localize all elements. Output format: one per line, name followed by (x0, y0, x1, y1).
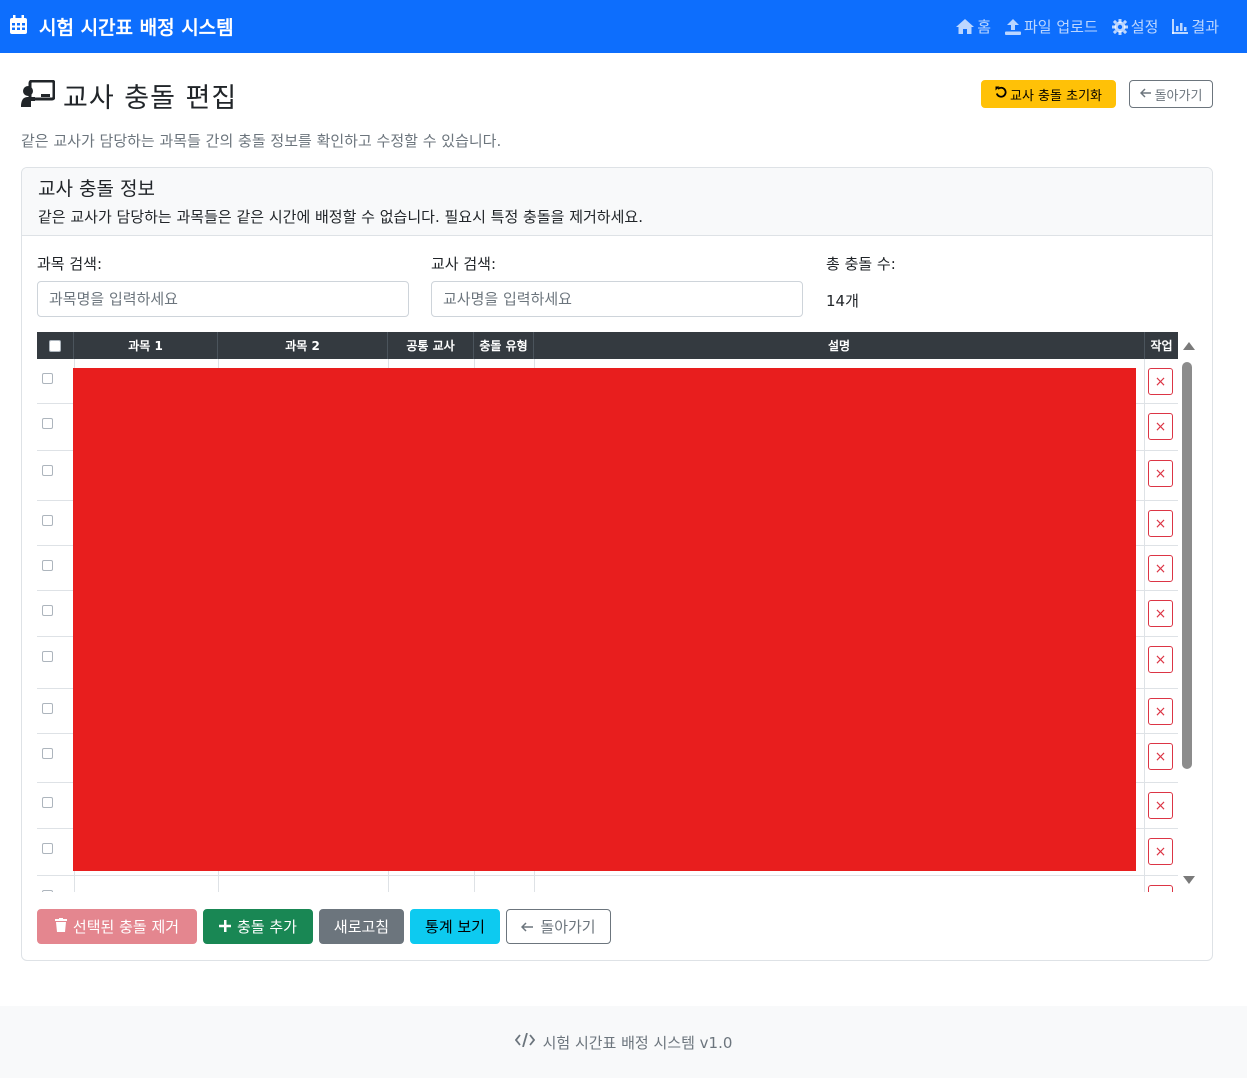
delete-conflict-button[interactable]: × (1148, 646, 1173, 673)
gear-icon (1111, 18, 1128, 35)
card-subtitle: 같은 교사가 담당하는 과목들은 같은 시간에 배정할 수 없습니다. 필요시 … (38, 208, 643, 226)
remove-selected-button[interactable]: 선택된 충돌 제거 (37, 909, 197, 944)
back-button-top-label: 돌아가기 (1154, 88, 1203, 104)
delete-conflict-button[interactable]: × (1148, 885, 1173, 892)
row-checkbox[interactable] (42, 703, 53, 714)
row-checkbox[interactable] (42, 605, 53, 616)
header-teacher[interactable]: 공통 교사 (388, 332, 474, 359)
upload-icon (1005, 18, 1021, 35)
teacher-conflict-card: 교사 충돌 정보 같은 교사가 담당하는 과목들은 같은 시간에 배정할 수 없… (21, 167, 1213, 961)
table-scrollbar[interactable] (1178, 332, 1197, 892)
scrollbar-thumb[interactable] (1182, 362, 1192, 769)
nav-settings-label: 설정 (1130, 18, 1159, 36)
row-checkbox[interactable] (42, 560, 53, 571)
trash-icon (54, 917, 67, 936)
action-buttons: 선택된 충돌 제거 충돌 추가 새로고침 통계 보기 돌아가기 (37, 909, 611, 944)
delete-conflict-button[interactable]: × (1148, 413, 1173, 440)
row-checkbox[interactable] (42, 651, 53, 662)
undo-icon (995, 86, 1007, 102)
delete-conflict-button[interactable]: × (1148, 368, 1173, 395)
nav-links: 홈 파일 업로드 설정 결과 (956, 0, 1219, 53)
arrow-left-icon (1139, 87, 1152, 102)
delete-conflict-button[interactable]: × (1148, 510, 1173, 537)
nav-upload-label: 파일 업로드 (1024, 18, 1098, 36)
back-button-top[interactable]: 돌아가기 (1129, 80, 1213, 108)
select-all-checkbox[interactable] (49, 339, 61, 352)
remove-selected-label: 선택된 충돌 제거 (72, 918, 180, 936)
nav-results[interactable]: 결과 (1172, 16, 1219, 37)
row-checkbox[interactable] (42, 418, 53, 429)
teacher-search-input[interactable] (431, 281, 803, 317)
page-header: 교사 충돌 편집 (21, 76, 237, 115)
row-checkbox[interactable] (42, 373, 53, 384)
page-footer: 시험 시간표 배정 시스템 v1.0 (0, 1006, 1247, 1078)
subject-search-label: 과목 검색: (37, 255, 103, 273)
stats-button[interactable]: 통계 보기 (410, 909, 500, 944)
subject-search-input[interactable] (37, 281, 409, 317)
header-action: 작업 (1150, 339, 1173, 353)
delete-conflict-button[interactable]: × (1148, 838, 1173, 865)
header-subject2[interactable]: 과목 2 (218, 332, 388, 359)
footer-text: 시험 시간표 배정 시스템 v1.0 (542, 1033, 733, 1052)
code-icon (514, 1032, 535, 1051)
add-conflict-button[interactable]: 충돌 추가 (203, 909, 313, 944)
nav-upload[interactable]: 파일 업로드 (1005, 16, 1098, 37)
nav-home[interactable]: 홈 (956, 16, 991, 37)
delete-conflict-button[interactable]: × (1148, 555, 1173, 582)
header-subject1[interactable]: 과목 1 (74, 332, 218, 359)
chalkboard-teacher-icon (21, 79, 56, 112)
header-type[interactable]: 충돌 유형 (474, 332, 534, 359)
row-checkbox[interactable] (42, 797, 53, 808)
conflict-table: 과목 1 과목 2 공통 교사 충돌 유형 설명 작업 × × × × × × × × × × × × (37, 332, 1197, 892)
table-header: 과목 1 과목 2 공통 교사 충돌 유형 설명 작업 (37, 332, 1178, 359)
row-checkbox[interactable] (42, 748, 53, 759)
row-checkbox[interactable] (42, 890, 53, 892)
refresh-button[interactable]: 새로고침 (319, 909, 404, 944)
top-navbar: 시험 시간표 배정 시스템 홈 파일 업로드 설정 결과 (0, 0, 1247, 53)
redacted-region (73, 368, 1136, 871)
scroll-up-arrow[interactable] (1183, 342, 1195, 350)
nav-results-label: 결과 (1191, 18, 1219, 36)
navbar-brand[interactable]: 시험 시간표 배정 시스템 (10, 0, 234, 53)
calendar-icon (10, 14, 39, 39)
scroll-down-arrow[interactable] (1183, 876, 1195, 884)
row-checkbox[interactable] (42, 465, 53, 476)
delete-conflict-button[interactable]: × (1148, 792, 1173, 819)
home-icon (956, 19, 975, 34)
plus-icon (219, 918, 232, 936)
card-title: 교사 충돌 정보 (38, 178, 155, 200)
row-checkbox[interactable] (42, 515, 53, 526)
delete-conflict-button[interactable]: × (1148, 600, 1173, 627)
brand-text: 시험 시간표 배정 시스템 (39, 17, 234, 39)
page-title: 교사 충돌 편집 (63, 83, 238, 114)
reset-conflicts-label: 교사 충돌 초기화 (1010, 88, 1102, 104)
nav-home-label: 홈 (977, 18, 991, 36)
back-button-bottom[interactable]: 돌아가기 (506, 909, 611, 944)
delete-conflict-button[interactable]: × (1148, 743, 1173, 770)
back-button-bottom-label: 돌아가기 (540, 918, 596, 936)
table-row: × (37, 876, 1178, 892)
page-subtitle: 같은 교사가 담당하는 과목들 간의 충돌 정보를 확인하고 수정할 수 있습니… (21, 132, 502, 150)
teacher-search-label: 교사 검색: (431, 255, 497, 273)
total-conflicts-label: 총 충돌 수: (826, 255, 896, 273)
reset-conflicts-button[interactable]: 교사 충돌 초기화 (981, 80, 1116, 108)
card-header: 교사 충돌 정보 같은 교사가 담당하는 과목들은 같은 시간에 배정할 수 없… (22, 168, 1212, 236)
nav-settings[interactable]: 설정 (1111, 16, 1159, 37)
arrow-left-icon (521, 918, 534, 936)
header-desc[interactable]: 설명 (534, 332, 1145, 359)
add-conflict-label: 충돌 추가 (237, 918, 297, 936)
select-all-header (37, 332, 74, 359)
delete-conflict-button[interactable]: × (1148, 460, 1173, 487)
total-conflicts-value: 14개 (826, 292, 859, 310)
delete-conflict-button[interactable]: × (1148, 698, 1173, 725)
chart-icon (1172, 19, 1189, 34)
row-checkbox[interactable] (42, 843, 53, 854)
